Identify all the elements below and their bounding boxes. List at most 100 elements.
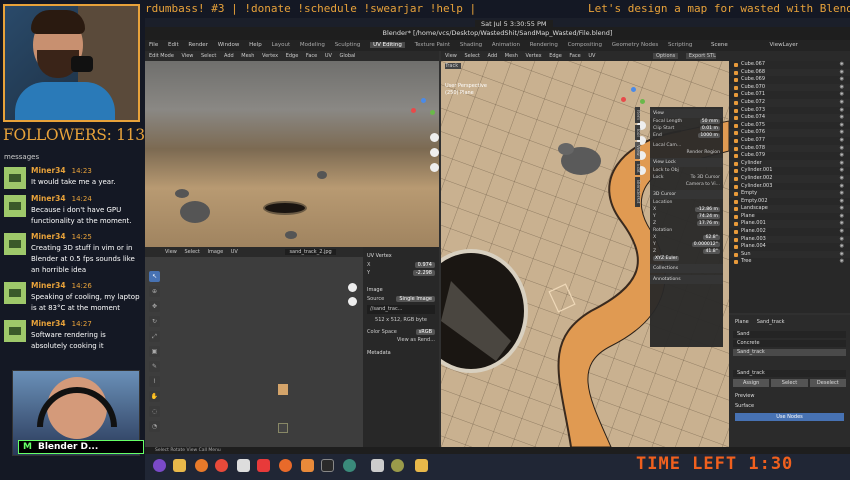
- view-lock-header[interactable]: View Lock: [650, 158, 723, 167]
- zoom-icon[interactable]: [348, 283, 357, 292]
- grab-tool-icon[interactable]: ✋: [149, 391, 160, 402]
- outliner-item[interactable]: Cube.068 ◉: [729, 68, 850, 77]
- outliner-item[interactable]: Cube.073 ◉: [729, 107, 850, 115]
- outliner-item[interactable]: Empty ◉: [729, 190, 850, 198]
- tab-geometry-nodes[interactable]: Geometry Nodes: [612, 42, 658, 48]
- view-layer-name[interactable]: ViewLayer: [770, 42, 798, 48]
- view-panel-header[interactable]: View: [650, 109, 723, 118]
- pan-icon[interactable]: [430, 148, 439, 157]
- menu-view[interactable]: View: [182, 53, 194, 59]
- image-panel[interactable]: Image: [363, 285, 439, 295]
- outliner-item[interactable]: Cube.072 ◉: [729, 98, 850, 107]
- tab-shading[interactable]: Shading: [460, 42, 482, 48]
- outliner-item[interactable]: Cube.074 ◉: [729, 114, 850, 122]
- render-region-checkbox[interactable]: Render Region: [686, 150, 720, 155]
- visibility-icon[interactable]: ◉: [840, 228, 844, 236]
- menu-uv[interactable]: UV: [325, 53, 332, 59]
- scene-selector[interactable]: Scene ViewLayer: [705, 40, 850, 51]
- outliner-item[interactable]: Plane.004 ◉: [729, 243, 850, 251]
- zoom-icon[interactable]: [430, 133, 439, 142]
- source-dropdown[interactable]: Single Image: [396, 296, 435, 302]
- material-selector[interactable]: Sand_track: [733, 370, 846, 377]
- cursor-z-field[interactable]: 17.76 m: [696, 221, 720, 226]
- visibility-icon[interactable]: ◉: [840, 152, 844, 160]
- uv-island[interactable]: [278, 423, 288, 433]
- 3d-cursor-header[interactable]: 3D Cursor: [650, 190, 723, 199]
- visibility-icon[interactable]: ◉: [840, 213, 844, 221]
- tab-tool[interactable]: Tool: [635, 125, 640, 140]
- preview-panel[interactable]: Preview: [729, 389, 850, 403]
- viewport-3d-left[interactable]: Edit Mode View Select Add Mesh Vertex Ed…: [145, 51, 439, 247]
- visibility-icon[interactable]: ◉: [840, 167, 844, 175]
- visibility-icon[interactable]: ◉: [840, 129, 844, 137]
- outliner-item[interactable]: Landscape ◉: [729, 205, 850, 213]
- menu-mesh[interactable]: Mesh: [241, 53, 254, 59]
- mode-selector[interactable]: Edit Mode: [149, 53, 174, 59]
- rotate-tool-icon[interactable]: ↻: [149, 316, 160, 327]
- outliner-item[interactable]: Plane.001 ◉: [729, 220, 850, 229]
- annotate-tool-icon[interactable]: ✎: [149, 361, 160, 372]
- tab-rendering[interactable]: Rendering: [530, 42, 558, 48]
- visibility-icon[interactable]: ◉: [840, 122, 844, 130]
- tab-sculpting[interactable]: Sculpting: [335, 42, 361, 48]
- cursor-x-field[interactable]: -12.86 m: [695, 207, 720, 212]
- visibility-icon[interactable]: ◉: [840, 251, 844, 259]
- visibility-icon[interactable]: ◉: [840, 258, 844, 266]
- visibility-icon[interactable]: ◉: [840, 107, 844, 115]
- image-selector[interactable]: sand_track_2.jpg: [285, 249, 336, 255]
- menu-face[interactable]: Face: [569, 53, 580, 59]
- tab-scripting[interactable]: Scripting: [668, 42, 692, 48]
- pinch-tool-icon[interactable]: ◔: [149, 421, 160, 432]
- deselect-button[interactable]: Deselect: [809, 379, 846, 387]
- menu-select[interactable]: Select: [184, 249, 199, 255]
- presentation-icon[interactable]: [301, 459, 314, 472]
- navigation-gizmo[interactable]: [411, 98, 437, 124]
- select-button[interactable]: Select: [771, 379, 808, 387]
- scale-tool-icon[interactable]: ⤢: [149, 331, 160, 342]
- outliner-item[interactable]: Cylinder.003 ◉: [729, 183, 850, 191]
- focal-length-field[interactable]: 50 mm: [699, 119, 720, 124]
- outliner-item[interactable]: Cube.077 ◉: [729, 137, 850, 145]
- relax-tool-icon[interactable]: ◌: [149, 406, 160, 417]
- visibility-icon[interactable]: ◉: [840, 145, 844, 153]
- visibility-icon[interactable]: ◉: [840, 190, 844, 198]
- visibility-icon[interactable]: ◉: [840, 160, 844, 168]
- menu-file[interactable]: File: [149, 42, 158, 48]
- collections-header[interactable]: Collections: [650, 264, 723, 273]
- tab-edit[interactable]: Edit: [635, 160, 640, 176]
- visibility-icon[interactable]: ◉: [840, 243, 844, 251]
- monitor-icon[interactable]: [237, 459, 250, 472]
- select-tool-icon[interactable]: ↖: [149, 271, 160, 282]
- tab-compositing[interactable]: Compositing: [568, 42, 602, 48]
- outliner-item[interactable]: Plane ◉: [729, 213, 850, 221]
- outliner-item[interactable]: Cube.067 ◉: [729, 61, 850, 69]
- menu-edge[interactable]: Edge: [286, 53, 299, 59]
- visibility-icon[interactable]: ◉: [840, 69, 844, 77]
- visibility-icon[interactable]: ◉: [840, 76, 844, 84]
- visibility-icon[interactable]: ◉: [840, 220, 844, 228]
- menu-uv[interactable]: UV: [588, 53, 595, 59]
- outliner-item[interactable]: Cube.069 ◉: [729, 76, 850, 84]
- cursor-tool-icon[interactable]: ⊕: [149, 286, 160, 297]
- menu-window[interactable]: Window: [218, 42, 240, 48]
- options-dropdown[interactable]: Options: [653, 53, 679, 59]
- obs-icon[interactable]: [343, 459, 356, 472]
- outliner-item[interactable]: Cylinder.001 ◉: [729, 167, 850, 175]
- menu-help[interactable]: Help: [249, 42, 262, 48]
- clip-end-field[interactable]: 1000 m: [698, 133, 720, 138]
- pan-icon[interactable]: [348, 297, 357, 306]
- material-slot[interactable]: Concrete: [733, 340, 846, 347]
- assign-button[interactable]: Assign: [733, 379, 770, 387]
- move-tool-icon[interactable]: ✥: [149, 301, 160, 312]
- menu-mesh[interactable]: Mesh: [505, 53, 518, 59]
- tab-item[interactable]: Item: [635, 107, 640, 124]
- outliner[interactable]: Cube.067 ◉ Cube.068 ◉ Cube.069 ◉ Cube.070 ◉ Cube…: [729, 51, 850, 313]
- surface-panel[interactable]: Surface: [729, 403, 850, 409]
- tab-blenderkit[interactable]: BlenderKit: [635, 177, 640, 207]
- outliner-item[interactable]: Cube.076 ◉: [729, 129, 850, 137]
- menu-edge[interactable]: Edge: [549, 53, 562, 59]
- menu-select[interactable]: Select: [464, 53, 479, 59]
- cursor-rz-field[interactable]: 41.8°: [703, 249, 720, 254]
- view-as-render-checkbox[interactable]: View as Rend...: [363, 336, 439, 344]
- menu-edit[interactable]: Edit: [168, 42, 179, 48]
